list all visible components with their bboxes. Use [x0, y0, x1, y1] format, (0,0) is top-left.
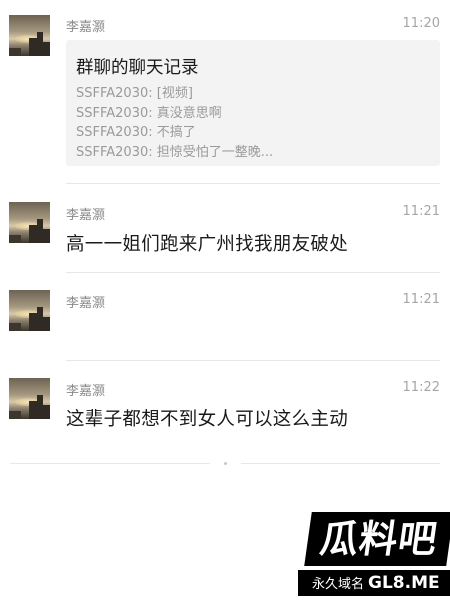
avatar[interactable] — [9, 15, 50, 56]
message-time: 11:20 — [402, 16, 440, 31]
card-preview-line: SSFFA2030: 不搞了 — [76, 125, 196, 140]
card-preview-line: SSFFA2030: 真没意思啊 — [76, 105, 222, 121]
watermark-domain: GL8.ME — [368, 573, 440, 593]
card-preview-line: SSFFA2030: [视频] — [76, 86, 193, 101]
watermark-bar: 永久域名 GL8.ME — [298, 570, 450, 596]
end-divider-right — [241, 463, 440, 464]
watermark-tagline: 永久域名 — [312, 577, 365, 592]
card-preview-lines: SSFFA2030: [视频] SSFFA2030: 真没意思啊 SSFFA20… — [76, 84, 273, 162]
end-divider-left — [10, 463, 210, 464]
message-divider — [66, 360, 440, 361]
sender-name: 李嘉灏 — [66, 296, 106, 311]
watermark-logo: 瓜料吧 — [304, 512, 450, 566]
watermark: 瓜料吧 永久域名 GL8.ME — [290, 512, 450, 600]
sender-name: 李嘉灏 — [66, 384, 106, 399]
card-preview-line: SSFFA2030: 担惊受怕了一整晚... — [76, 144, 274, 160]
message-text[interactable]: 这辈子都想不到女人可以这么主动 — [66, 405, 348, 431]
card-title: 群聊的聊天记录 — [76, 58, 199, 78]
message-text[interactable]: 高一一姐们跑来广州找我朋友破处 — [66, 230, 348, 256]
message-divider — [66, 272, 440, 273]
message-divider — [66, 183, 440, 184]
sender-name: 李嘉灏 — [66, 208, 106, 223]
message-time: 11:22 — [402, 380, 440, 395]
message-time: 11:21 — [402, 204, 440, 219]
chat-history-card[interactable]: 群聊的聊天记录 SSFFA2030: [视频] SSFFA2030: 真没意思啊… — [66, 40, 440, 166]
end-divider-dot — [224, 462, 227, 465]
avatar[interactable] — [9, 378, 50, 419]
sender-name: 李嘉灏 — [66, 20, 106, 35]
avatar[interactable] — [9, 290, 50, 331]
avatar[interactable] — [9, 202, 50, 243]
message-time: 11:21 — [402, 292, 440, 307]
